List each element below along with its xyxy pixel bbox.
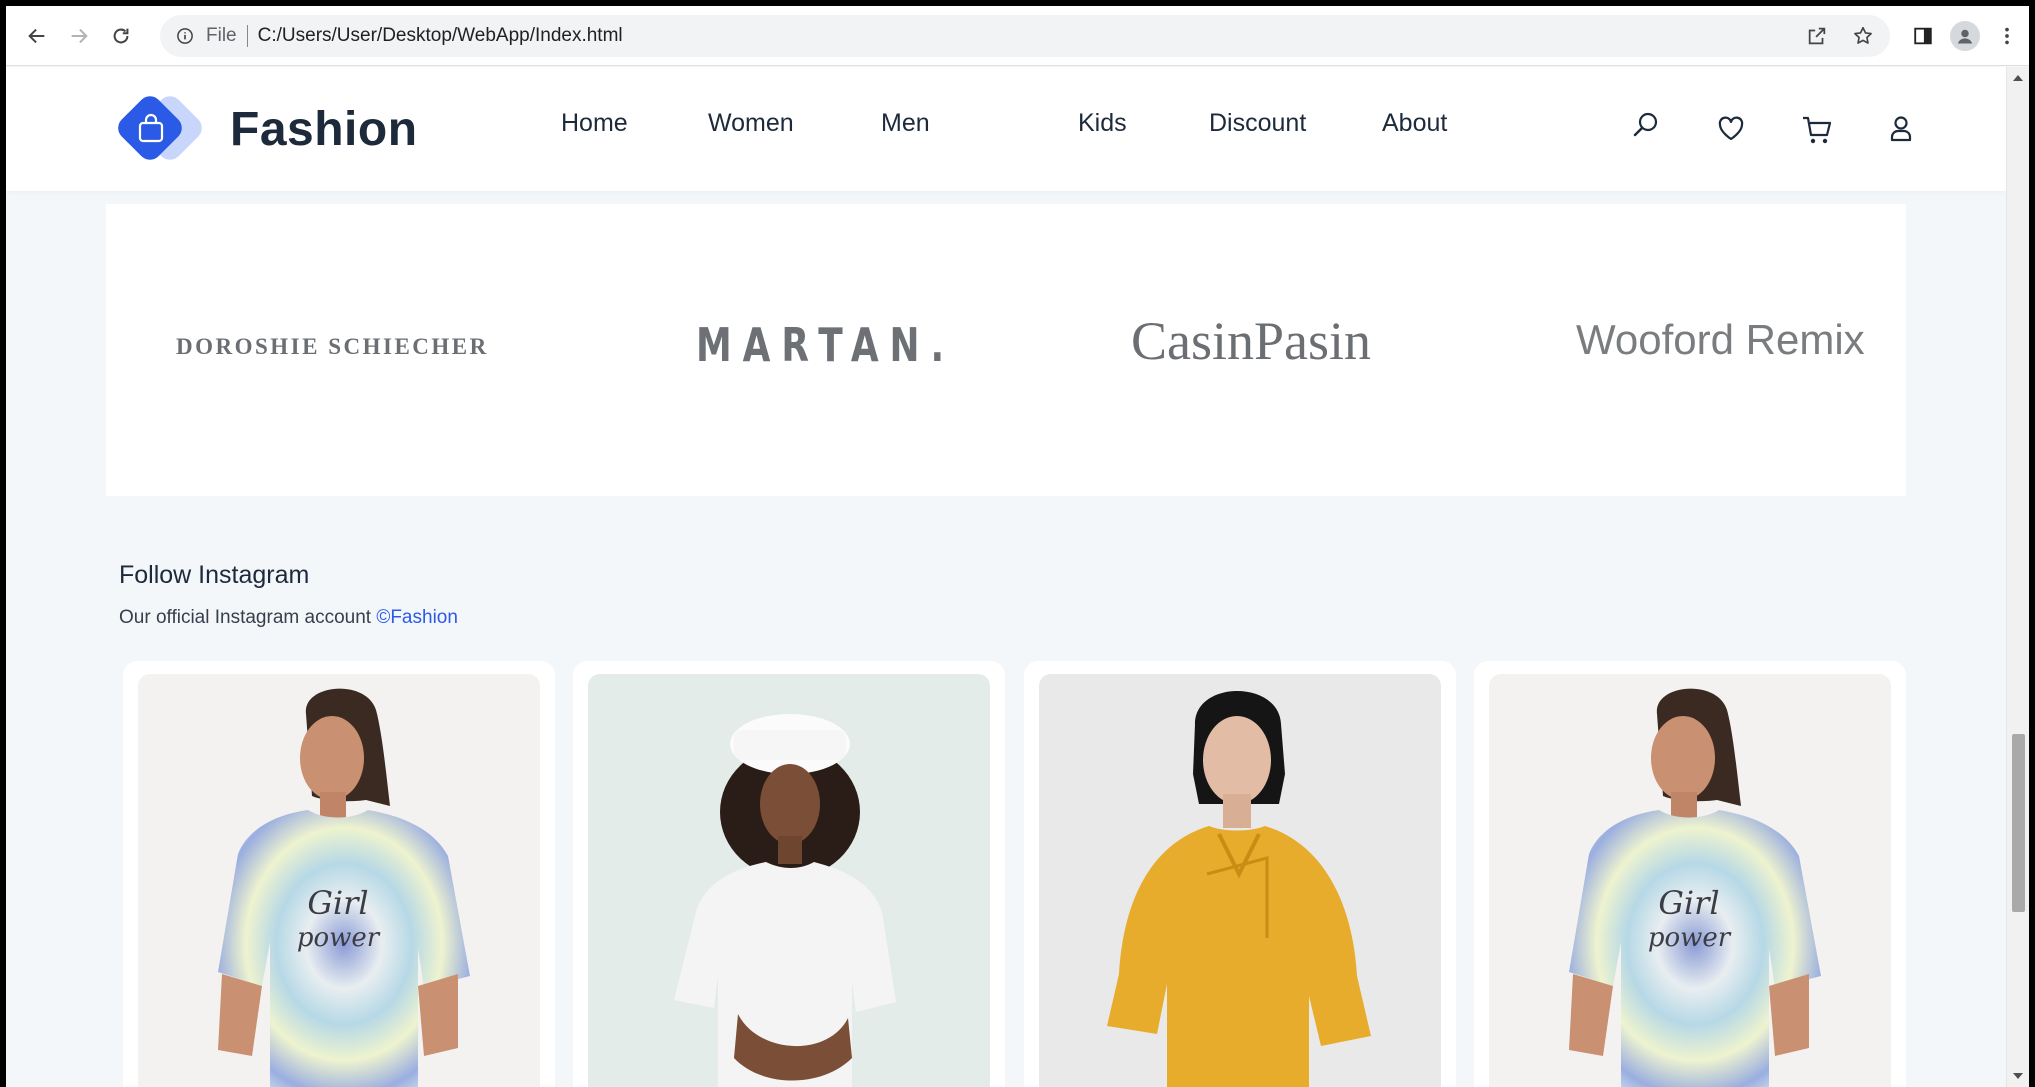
brand-name: Fashion (230, 102, 418, 156)
back-icon[interactable] (16, 15, 58, 57)
photo-white-tshirt-bucket-hat[interactable] (588, 674, 990, 1087)
file-label: File (206, 24, 237, 46)
brand-logo-casinpasin[interactable]: CasinPasin (1131, 310, 1371, 372)
brand-logo-martan[interactable]: MARTAN. (696, 318, 955, 372)
photo-tie-dye-tshirt-2[interactable]: Girl power (1489, 674, 1891, 1087)
page-scrollbar[interactable] (2006, 67, 2029, 1087)
nav-discount[interactable]: Discount (1209, 109, 1306, 138)
instagram-section-title: Follow Instagram (119, 561, 310, 589)
nav-home[interactable]: Home (561, 109, 628, 138)
brand-logos-strip: DOROSHIE SCHIECHER MARTAN. CasinPasin Wo… (106, 204, 1906, 496)
heart-icon[interactable] (1715, 113, 1747, 145)
page-viewport: Fashion Home Women Men Kids Discount Abo… (6, 67, 2006, 1087)
scrollbar-thumb[interactable] (2012, 734, 2025, 912)
url-text[interactable]: C:/Users/User/Desktop/WebApp/Index.html (258, 25, 623, 47)
browser-window: File C:/Users/User/Desktop/WebApp/Index.… (6, 6, 2029, 1087)
scroll-down-arrow-icon[interactable] (2013, 1073, 2023, 1079)
nav-about[interactable]: About (1382, 109, 1447, 138)
address-separator (246, 24, 248, 47)
instagram-subtitle-text: Our official Instagram account (119, 607, 372, 628)
nav-women[interactable]: Women (708, 109, 794, 138)
address-bar[interactable]: File C:/Users/User/Desktop/WebApp/Index.… (160, 14, 1890, 57)
browser-toolbar: File C:/Users/User/Desktop/WebApp/Index.… (6, 6, 2029, 66)
nav-kids[interactable]: Kids (1078, 109, 1127, 138)
scroll-up-arrow-icon[interactable] (2013, 75, 2023, 81)
user-icon[interactable] (1885, 113, 1917, 145)
side-panel-icon[interactable] (1910, 23, 1936, 49)
search-icon[interactable] (1630, 109, 1662, 141)
nav-men[interactable]: Men (881, 109, 930, 138)
instagram-handle-link[interactable]: ©Fashion (376, 607, 458, 628)
brand-logo-doroshie-schiecher[interactable]: DOROSHIE SCHIECHER (176, 334, 489, 360)
forward-icon[interactable] (58, 15, 100, 57)
brand-logo-wooford-remix[interactable]: Wooford Remix (1576, 316, 1865, 364)
info-icon[interactable] (174, 25, 196, 47)
share-icon[interactable] (1804, 23, 1830, 49)
svg-text:Girl: Girl (1658, 884, 1719, 922)
photo-tie-dye-tshirt[interactable]: Girl power (138, 674, 540, 1087)
instagram-card-1[interactable]: Girl power (123, 661, 555, 1087)
site-logo[interactable]: Fashion (113, 91, 418, 166)
instagram-card-3[interactable] (1024, 661, 1456, 1087)
profile-avatar-icon[interactable] (1950, 20, 1980, 51)
kebab-menu-icon[interactable] (1994, 23, 2020, 49)
instagram-card-2[interactable] (573, 661, 1005, 1087)
instagram-card-4[interactable]: Girl power (1474, 661, 1906, 1087)
cart-icon[interactable] (1800, 113, 1832, 145)
reload-icon[interactable] (100, 15, 142, 57)
svg-text:power: power (297, 923, 381, 953)
shopping-bag-logo-icon (113, 91, 212, 166)
instagram-section-subtitle: Our official Instagram account ©Fashion (119, 607, 458, 629)
svg-text:Girl: Girl (307, 884, 368, 922)
bookmark-star-icon[interactable] (1850, 23, 1876, 49)
photo-mustard-top[interactable] (1039, 674, 1441, 1087)
svg-text:power: power (1648, 923, 1732, 953)
site-header: Fashion Home Women Men Kids Discount Abo… (6, 67, 2006, 191)
